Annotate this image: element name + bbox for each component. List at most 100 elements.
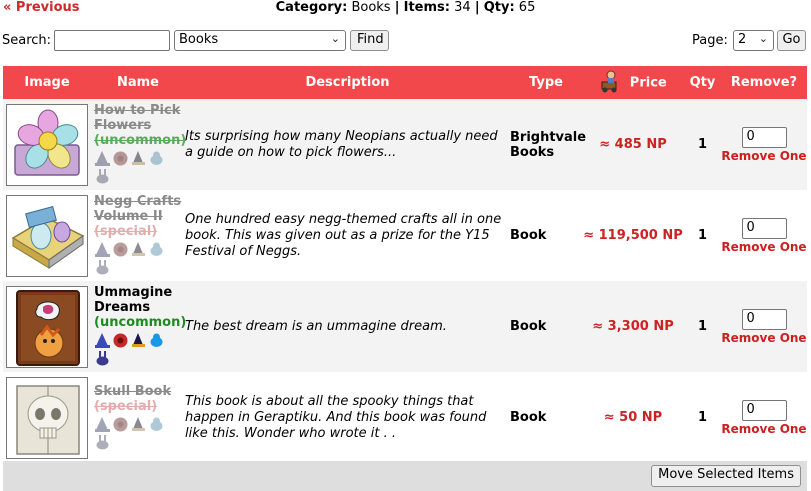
chevron-down-icon: ⌄ (330, 32, 340, 45)
name-cell: How to Pick Flowers (uncommon) (91, 99, 186, 190)
blue-petpet-icon (148, 416, 165, 433)
item-price: ≈ 3,300 NP (582, 281, 684, 372)
remove-one-link[interactable]: Remove One (721, 149, 807, 163)
wizard-hat-icon (94, 332, 111, 349)
rabbit-icon (94, 434, 111, 451)
remove-cell: 0 Remove One (721, 281, 807, 372)
image-cell (3, 281, 91, 372)
item-image[interactable] (6, 194, 88, 277)
table-row: How to Pick Flowers (uncommon) Its surpr… (3, 99, 807, 190)
header-image: Image (3, 66, 91, 99)
page-label: Page: (692, 33, 728, 48)
wizard-hat-icon (94, 150, 111, 167)
negg-crafts-book-icon (11, 205, 85, 269)
item-rarity: (uncommon) (94, 315, 187, 330)
item-image[interactable] (6, 103, 88, 186)
category-select-value: Books (179, 32, 219, 47)
item-image[interactable] (6, 285, 88, 368)
page-select-value: 2 (738, 32, 747, 47)
remove-quantity-input[interactable]: 0 (741, 399, 787, 421)
page-select[interactable]: 2 ⌄ (733, 30, 774, 51)
item-name: Skull Book (94, 383, 172, 399)
shopkeeper-cart-icon (599, 69, 621, 97)
ummagine-book-icon (16, 289, 80, 366)
item-type: Book (510, 190, 582, 281)
image-cell (3, 190, 91, 281)
header-price-label: Price (629, 75, 667, 90)
category-summary: Category: Books | Items: 34 | Qty: 65 (0, 0, 811, 15)
remove-one-link[interactable]: Remove One (721, 331, 807, 345)
item-type: Book (510, 372, 582, 463)
table-header-row: Image Name Description Type Price Qty Re… (3, 66, 807, 99)
remove-one-link[interactable]: Remove One (721, 240, 807, 254)
blue-petpet-icon (148, 332, 165, 349)
remove-one-link[interactable]: Remove One (721, 422, 807, 436)
wizard-hat-icon (94, 416, 111, 433)
magic-hat-icon (130, 416, 147, 433)
header-price: Price (582, 66, 684, 99)
category-value: Books (351, 0, 391, 15)
item-badges (94, 332, 185, 350)
rabbit-icon (94, 259, 111, 276)
item-price: ≈ 50 NP (582, 372, 684, 463)
flower-book-icon (14, 109, 80, 176)
category-label: Category: (275, 0, 348, 15)
item-qty: 1 (684, 99, 721, 190)
item-badges-2 (94, 259, 185, 277)
item-description: Its surprising how many Neopians actuall… (185, 99, 510, 190)
item-type: Book (510, 281, 582, 372)
go-button[interactable]: Go (777, 30, 806, 51)
header-type: Type (510, 66, 582, 99)
item-description: The best dream is an ummagine dream. (185, 281, 510, 372)
table-footer: Move Selected Items (3, 461, 807, 491)
remove-quantity-input[interactable]: 0 (741, 126, 787, 148)
rose-icon (112, 150, 129, 167)
search-input[interactable] (54, 30, 170, 51)
items-label: Items: (403, 0, 450, 15)
rabbit-icon (94, 168, 111, 185)
header-qty: Qty (684, 66, 721, 99)
blue-petpet-icon (148, 150, 165, 167)
chevron-down-icon: ⌄ (758, 32, 768, 45)
header-description: Description (185, 66, 510, 99)
item-name: Negg Crafts Volume II (94, 194, 182, 224)
items-table: Image Name Description Type Price Qty Re… (3, 66, 807, 463)
item-description: This book is about all the spooky things… (185, 372, 510, 463)
name-cell: Negg Crafts Volume II (special) (91, 190, 185, 281)
remove-cell: 0 Remove One (721, 190, 807, 281)
table-row: Skull Book (special) This book is about … (3, 372, 807, 463)
rose-icon (112, 332, 129, 349)
item-rarity: (special) (94, 398, 158, 414)
find-button[interactable]: Find (350, 30, 389, 51)
search-controls: Search: Books ⌄ Find Page: 2 ⌄ Go (0, 28, 811, 54)
blue-petpet-icon (148, 241, 165, 258)
item-badges (94, 416, 185, 434)
item-qty: 1 (684, 190, 721, 281)
rose-icon (112, 241, 129, 258)
top-bar: « Previous Category: Books | Items: 34 |… (0, 0, 811, 18)
item-badges (94, 150, 185, 168)
item-price: ≈ 119,500 NP (582, 190, 684, 281)
item-badges-2 (94, 434, 185, 452)
move-selected-items-button[interactable]: Move Selected Items (651, 465, 801, 487)
qty-label: Qty: (483, 0, 515, 15)
item-badges (94, 241, 185, 259)
header-name: Name (91, 66, 185, 99)
rabbit-icon (94, 350, 111, 367)
category-select[interactable]: Books ⌄ (174, 30, 346, 51)
remove-quantity-input[interactable]: 0 (741, 308, 787, 330)
table-row: Negg Crafts Volume II (special) One hund… (3, 190, 807, 281)
remove-quantity-input[interactable]: 0 (741, 217, 787, 239)
item-qty: 1 (684, 281, 721, 372)
rose-icon (112, 416, 129, 433)
magic-hat-icon (130, 241, 147, 258)
name-cell: Ummagine Dreams (uncommon) (91, 281, 187, 372)
item-description: One hundred easy negg-themed crafts all … (185, 190, 510, 281)
magic-hat-icon (130, 150, 147, 167)
wizard-hat-icon (94, 241, 111, 258)
item-image[interactable] (6, 376, 88, 459)
image-cell (3, 372, 91, 463)
item-type: Brightvale Books (510, 99, 586, 190)
magic-hat-icon (130, 332, 147, 349)
summary-separator-2: | (474, 0, 480, 15)
